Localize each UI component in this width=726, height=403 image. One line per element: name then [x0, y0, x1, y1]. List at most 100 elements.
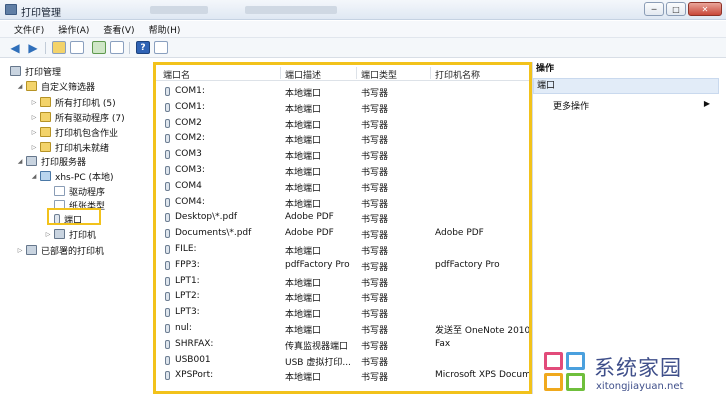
menu-bar: 文件(F) 操作(A) 查看(V) 帮助(H): [0, 21, 726, 38]
menu-view[interactable]: 查看(V): [103, 23, 134, 36]
filter-icon: [40, 127, 51, 137]
driver-icon: [54, 186, 65, 196]
show-hide-console-tree-button[interactable]: [70, 41, 84, 54]
tree-all-printers[interactable]: ▷ 所有打印机 (5): [30, 95, 116, 109]
title-bar: 打印管理 ─ □ ✕: [0, 0, 726, 20]
port-icon: [165, 102, 170, 112]
port-icon: [165, 355, 170, 365]
help-button[interactable]: ?: [136, 41, 150, 54]
table-row[interactable]: COM1: 本地端口 书写器: [156, 100, 529, 115]
port-name-cell: LPT1:: [175, 275, 200, 286]
port-type-cell: 书写器: [361, 152, 389, 163]
tree-label: 所有驱动程序 (7): [55, 113, 125, 124]
blurred-tab: [245, 6, 337, 14]
port-name-cell: COM2:: [175, 133, 205, 144]
expanded-triangle-icon[interactable]: ◢: [30, 173, 38, 180]
port-description-cell: 本地端口: [285, 89, 322, 99]
console-tree: 打印管理 ◢ 自定义筛选器 ▷ 所有打印机 (5) ▷ 所有驱动程序 (7) ▷ 打印机…: [8, 62, 153, 394]
forward-button[interactable]: ▶: [26, 41, 40, 54]
tree-print-servers[interactable]: ◢ 打印服务器: [16, 154, 86, 168]
expanded-triangle-icon[interactable]: ◢: [16, 83, 24, 90]
table-row[interactable]: SHRFAX: 传真监视器端口 书写器 Fax: [156, 337, 529, 352]
table-row[interactable]: COM1: 本地端口 书写器: [156, 84, 529, 99]
port-type-cell: 书写器: [361, 199, 389, 210]
collapsed-triangle-icon[interactable]: ▷: [30, 144, 38, 151]
port-type-cell: 书写器: [361, 136, 389, 147]
tree-label: 打印机: [69, 230, 97, 241]
tree-root[interactable]: 打印管理: [10, 64, 61, 78]
port-type-cell: 书写器: [361, 341, 389, 352]
column-divider[interactable]: [280, 67, 281, 79]
refresh-button[interactable]: [92, 41, 106, 54]
port-icon: [165, 197, 170, 207]
submenu-arrow-icon: ▶: [703, 99, 710, 108]
table-row[interactable]: Desktop\*.pdf Adobe PDF 书写器: [156, 210, 529, 225]
column-port-name[interactable]: 端口名: [163, 68, 190, 81]
tree-label: 打印机包含作业: [55, 128, 119, 139]
port-name-cell: COM1:: [175, 86, 205, 96]
printer-icon: [26, 245, 37, 255]
table-row[interactable]: COM4: 本地端口 书写器: [156, 195, 529, 210]
back-button[interactable]: ◀: [8, 41, 22, 54]
table-row[interactable]: FILE: 本地端口 书写器: [156, 242, 529, 257]
column-divider[interactable]: [356, 67, 357, 79]
table-row[interactable]: COM2: 本地端口 书写器: [156, 131, 529, 146]
tree-printers-not-ready[interactable]: ▷ 打印机未就绪: [30, 140, 109, 154]
table-row[interactable]: LPT1: 本地端口 书写器: [156, 274, 529, 289]
tree-drivers[interactable]: 驱动程序: [54, 184, 105, 198]
column-port-type[interactable]: 端口类型: [361, 68, 397, 81]
table-row[interactable]: FPP3: pdfFactory Pro 书写器 pdfFactory Pro: [156, 258, 529, 273]
up-level-button[interactable]: [52, 41, 66, 54]
maximize-button[interactable]: □: [666, 2, 686, 16]
port-description-cell: 本地端口: [285, 136, 322, 147]
table-row[interactable]: COM3 本地端口 书写器: [156, 147, 529, 162]
column-divider[interactable]: [430, 67, 431, 79]
table-row[interactable]: COM2 本地端口 书写器: [156, 116, 529, 131]
table-row[interactable]: nul: 本地端口 书写器 发送至 OneNote 2010: [156, 321, 529, 336]
column-port-description[interactable]: 端口描述: [285, 68, 321, 81]
close-button[interactable]: ✕: [688, 2, 722, 16]
action-section-ports[interactable]: 端口: [533, 78, 719, 94]
collapsed-triangle-icon[interactable]: ▷: [16, 247, 24, 254]
port-icon: [165, 118, 170, 128]
filter-icon: [40, 142, 51, 152]
tree-server-local[interactable]: ◢ xhs-PC (本地): [30, 169, 114, 183]
table-row[interactable]: LPT2: 本地端口 书写器: [156, 289, 529, 304]
tree-deployed-printers[interactable]: ▷ 已部署的打印机: [16, 243, 104, 257]
tree-custom-filters[interactable]: ◢ 自定义筛选器: [16, 79, 95, 93]
port-description-cell: 本地端口: [285, 310, 322, 321]
minimize-button[interactable]: ─: [644, 2, 664, 16]
menu-file[interactable]: 文件(F): [14, 23, 44, 36]
computer-icon: [40, 171, 51, 181]
menu-help[interactable]: 帮助(H): [149, 23, 181, 36]
port-icon: [165, 324, 170, 333]
port-type-cell: 书写器: [361, 215, 389, 226]
table-row[interactable]: COM3: 本地端口 书写器: [156, 163, 529, 178]
table-row[interactable]: USB001 USB 虚拟打印... 书写器: [156, 353, 529, 368]
collapsed-triangle-icon[interactable]: ▷: [30, 99, 38, 106]
tree-label: 驱动程序: [69, 187, 106, 198]
printer-icon: [10, 66, 21, 76]
export-list-button[interactable]: [110, 41, 124, 54]
port-description-cell: 传真监视器端口: [285, 341, 349, 352]
table-row[interactable]: LPT3: 本地端口 书写器: [156, 305, 529, 320]
collapsed-triangle-icon[interactable]: ▷: [30, 114, 38, 121]
tree-printers-with-jobs[interactable]: ▷ 打印机包含作业: [30, 125, 118, 139]
expanded-triangle-icon[interactable]: ◢: [16, 158, 24, 165]
port-type-cell: 书写器: [361, 278, 389, 289]
menu-action[interactable]: 操作(A): [58, 23, 89, 36]
table-row[interactable]: Documents\*.pdf Adobe PDF 书写器 Adobe PDF: [156, 226, 529, 241]
window-title: 打印管理: [21, 8, 61, 19]
collapsed-triangle-icon[interactable]: ▷: [30, 129, 38, 136]
table-row[interactable]: XPSPort: 本地端口 书写器 Microsoft XPS Document Wr…: [156, 368, 529, 383]
filter-icon: [40, 97, 51, 107]
more-actions-link[interactable]: 更多操作: [553, 99, 713, 112]
show-hide-action-pane-button[interactable]: [154, 41, 168, 54]
collapsed-triangle-icon[interactable]: ▷: [44, 231, 52, 238]
tree-printers[interactable]: ▷ 打印机: [44, 227, 96, 241]
tree-all-drivers[interactable]: ▷ 所有驱动程序 (7): [30, 110, 125, 124]
watermark-url: xitongjiayuan.net: [596, 381, 684, 392]
column-printer-name[interactable]: 打印机名称: [435, 68, 480, 81]
table-row[interactable]: COM4 本地端口 书写器: [156, 179, 529, 194]
action-pane: 操作 端口 更多操作 ▶: [532, 62, 719, 394]
